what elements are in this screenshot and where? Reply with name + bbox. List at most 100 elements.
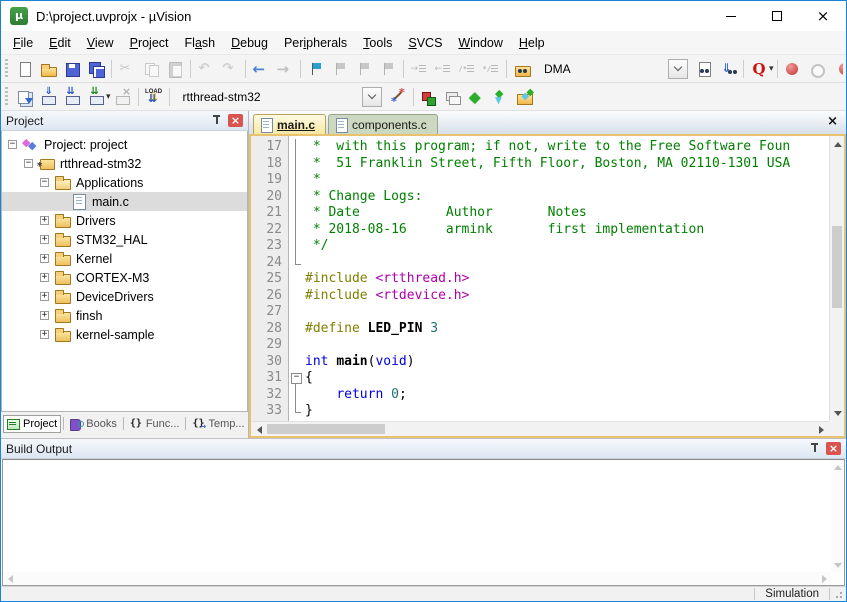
scroll-left-icon[interactable] (3, 572, 16, 585)
navigate-forward-button[interactable] (273, 58, 297, 80)
menu-view[interactable]: View (79, 33, 122, 53)
code-line[interactable]: 27 (251, 304, 829, 321)
tree-item-stm32-hal[interactable]: +STM32_HAL (2, 230, 247, 249)
dropdown-arrow-icon[interactable]: ▾ (106, 86, 111, 108)
close-editor-icon[interactable]: × (827, 115, 838, 128)
tree-item-cortex-m3[interactable]: +CORTEX-M3 (2, 268, 247, 287)
code-line[interactable]: 28#define LED_PIN 3 (251, 321, 829, 338)
editor-tab-components-c[interactable]: components.c (328, 114, 438, 134)
comment-button[interactable] (455, 58, 479, 80)
dropdown-arrow-icon[interactable]: ▾ (769, 58, 774, 80)
panel-tab-func[interactable]: Func... (126, 415, 184, 433)
expand-icon[interactable]: + (40, 235, 49, 244)
copy-button[interactable] (139, 58, 163, 80)
insert-bookmark-button[interactable] (304, 58, 328, 80)
menu-flash[interactable]: Flash (177, 33, 224, 53)
menu-debug[interactable]: Debug (223, 33, 276, 53)
tree-item-kernel-sample[interactable]: +kernel-sample (2, 325, 247, 344)
menu-peripherals[interactable]: Peripherals (276, 33, 355, 53)
find-in-files-button[interactable] (510, 58, 534, 80)
resize-grip[interactable] (830, 587, 844, 601)
scroll-up-icon[interactable] (830, 136, 845, 151)
chevron-down-icon[interactable] (668, 59, 688, 79)
expand-icon[interactable]: + (40, 311, 49, 320)
tree-item-rtthread-stm32[interactable]: −rtthread-stm32 (2, 154, 247, 173)
save-all-button[interactable] (84, 58, 108, 80)
scroll-down-icon[interactable] (831, 559, 844, 572)
cut-button[interactable] (115, 58, 139, 80)
incremental-find-button[interactable] (716, 58, 740, 80)
previous-bookmark-button[interactable] (328, 58, 352, 80)
tree-item-devicedrivers[interactable]: +DeviceDrivers (2, 287, 247, 306)
open-file-button[interactable] (36, 58, 60, 80)
manage-components-button[interactable] (417, 86, 441, 108)
menu-help[interactable]: Help (511, 33, 553, 53)
code-line[interactable]: 32 return 0; (251, 387, 829, 404)
run-time-environment-button[interactable] (465, 86, 489, 108)
menu-file[interactable]: File (5, 33, 41, 53)
vertical-scroll-thumb[interactable] (832, 226, 842, 308)
menu-edit[interactable]: Edit (41, 33, 79, 53)
close-button[interactable]: × (800, 1, 846, 31)
tree-item-drivers[interactable]: +Drivers (2, 211, 247, 230)
manage-books-button[interactable] (513, 86, 537, 108)
menu-project[interactable]: Project (122, 33, 177, 53)
pin-icon[interactable] (210, 114, 224, 127)
expand-icon[interactable]: + (40, 216, 49, 225)
translate-button[interactable] (12, 86, 36, 108)
toolbar-grip[interactable] (5, 59, 8, 79)
collapse-icon[interactable]: − (40, 178, 49, 187)
stop-build-button[interactable] (111, 86, 135, 108)
code-line[interactable]: 23 */ (251, 238, 829, 255)
build-output-close-button[interactable] (826, 442, 841, 455)
pin-icon[interactable] (808, 442, 822, 455)
code-line[interactable]: 17 * with this program; if not, write to… (251, 139, 829, 156)
code-line[interactable]: 33} (251, 403, 829, 420)
editor-horizontal-scrollbar[interactable] (251, 421, 829, 436)
file-extensions-button[interactable] (441, 86, 465, 108)
tree-item-applications[interactable]: −Applications (2, 173, 247, 192)
code-line[interactable]: 21 * Date Author Notes (251, 205, 829, 222)
tree-item-finsh[interactable]: +finsh (2, 306, 247, 325)
build-output-vertical-scrollbar[interactable] (831, 460, 844, 572)
code-line[interactable]: 19 * (251, 172, 829, 189)
editor-vertical-scrollbar[interactable] (829, 136, 844, 421)
expand-icon[interactable]: + (40, 254, 49, 263)
outdent-button[interactable] (431, 58, 455, 80)
panel-tab-books[interactable]: Books (66, 415, 121, 433)
uncomment-button[interactable] (479, 58, 503, 80)
menu-tools[interactable]: Tools (355, 33, 400, 53)
target-combobox[interactable]: rtthread-stm32 (177, 86, 382, 108)
expand-icon[interactable]: + (40, 330, 49, 339)
find-combobox[interactable]: DMA (538, 58, 688, 80)
code-line[interactable]: 30int main(void) (251, 354, 829, 371)
tree-item-kernel[interactable]: +Kernel (2, 249, 247, 268)
insert-breakpoint-button[interactable] (781, 58, 805, 80)
code-line[interactable]: 31{ (251, 370, 829, 387)
toolbar-grip[interactable] (5, 87, 8, 107)
code-line[interactable]: 20 * Change Logs: (251, 189, 829, 206)
rebuild-button[interactable] (60, 86, 84, 108)
code-line[interactable]: 26#include <rtdevice.h> (251, 288, 829, 305)
collapse-icon[interactable]: − (24, 159, 33, 168)
panel-tab-project[interactable]: Project (3, 415, 61, 433)
scroll-down-icon[interactable] (830, 406, 845, 421)
editor-tab-main-c[interactable]: main.c (253, 114, 326, 134)
save-button[interactable] (60, 58, 84, 80)
scroll-up-icon[interactable] (831, 460, 844, 473)
code-line[interactable]: 18 * 51 Franklin Street, Fifth Floor, Bo… (251, 156, 829, 173)
expand-icon[interactable]: + (40, 292, 49, 301)
code-line[interactable]: 22 * 2018-08-16 armink first implementat… (251, 222, 829, 239)
next-bookmark-button[interactable] (352, 58, 376, 80)
scroll-right-icon[interactable] (814, 422, 829, 437)
code-line[interactable]: 29 (251, 337, 829, 354)
scroll-right-icon[interactable] (818, 572, 831, 585)
navigate-back-button[interactable] (249, 58, 273, 80)
find-button[interactable] (692, 58, 716, 80)
kill-breakpoints-button[interactable] (829, 58, 846, 80)
new-file-button[interactable] (12, 58, 36, 80)
chevron-down-icon[interactable] (362, 87, 382, 107)
indent-button[interactable] (407, 58, 431, 80)
menu-window[interactable]: Window (450, 33, 510, 53)
expand-icon[interactable]: + (40, 273, 49, 282)
